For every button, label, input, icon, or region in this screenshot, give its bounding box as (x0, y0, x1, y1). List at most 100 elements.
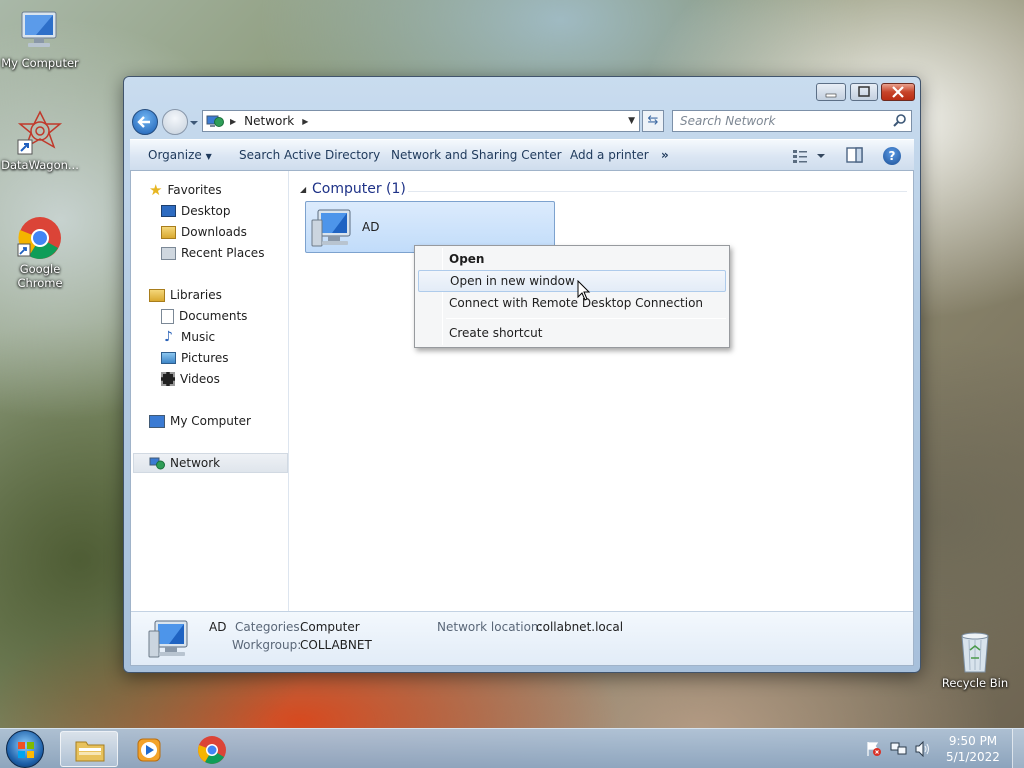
show-desktop-button[interactable] (1012, 729, 1024, 768)
command-bar: Organize ▼ Search Active Directory Netwo… (130, 139, 914, 171)
nav-item-pictures[interactable]: Pictures (161, 348, 229, 368)
nav-item-label: Network (170, 456, 221, 470)
details-pane: AD Categories: Computer Workgroup: COLLA… (131, 611, 913, 665)
libraries-icon (149, 288, 165, 302)
nav-item-label: Libraries (170, 288, 222, 302)
breadcrumb-network[interactable]: Network (244, 114, 294, 128)
media-player-icon (136, 737, 162, 763)
chevron-down-icon: ▼ (205, 152, 212, 161)
music-icon: ♪ (164, 329, 173, 345)
computer-icon (16, 8, 64, 54)
nav-item-label: Pictures (181, 351, 229, 365)
desktop-icon-datawagon[interactable]: DataWagon... (0, 110, 80, 172)
details-location-label: Network location: (437, 620, 543, 634)
back-button[interactable] (132, 109, 158, 135)
menu-item-remote-desktop[interactable]: Connect with Remote Desktop Connection (418, 292, 726, 314)
collapse-triangle-icon: ◢ (300, 185, 307, 194)
nav-item-downloads[interactable]: Downloads (161, 222, 247, 242)
nav-item-libraries[interactable]: Libraries (149, 285, 222, 305)
details-workgroup-value: COLLABNET (300, 638, 372, 652)
nav-item-label: Music (181, 330, 216, 344)
nav-item-label: Desktop (181, 204, 231, 218)
volume-icon[interactable] (914, 740, 932, 758)
details-categories-label: Categories: (235, 620, 304, 634)
taskbar-media-player-button[interactable] (120, 731, 178, 767)
folder-icon (75, 738, 105, 762)
nav-item-favorites[interactable]: ★ Favorites (149, 180, 222, 200)
close-button[interactable] (881, 83, 915, 101)
clock-time: 9:50 PM (948, 734, 998, 748)
nav-item-label: Favorites (167, 183, 222, 197)
file-list-pane: ◢ Computer (1) AD (290, 171, 913, 611)
forward-button[interactable] (162, 109, 188, 135)
preview-pane-icon[interactable] (846, 147, 864, 164)
nav-item-music[interactable]: ♪ Music (161, 327, 215, 347)
computer-icon (149, 414, 165, 428)
nav-item-recent-places[interactable]: Recent Places (161, 243, 264, 263)
refresh-button[interactable]: ⇆ (642, 110, 664, 132)
group-header-computer[interactable]: ◢ Computer (1) (300, 181, 907, 201)
star-icon: ★ (149, 181, 163, 199)
clock-date: 5/1/2022 (946, 750, 1000, 764)
details-location-value: collabnet.local (536, 620, 624, 634)
nav-item-videos[interactable]: Videos (161, 369, 220, 389)
desktop-icon-my-computer[interactable]: My Computer (0, 8, 80, 70)
computer-item-name: AD (362, 220, 380, 234)
menu-item-create-shortcut[interactable]: Create shortcut (418, 322, 726, 344)
desktop-folder-icon (161, 205, 176, 217)
computer-icon (310, 206, 356, 250)
organize-button[interactable]: Organize ▼ (148, 148, 212, 162)
action-center-flag-icon[interactable] (866, 741, 882, 757)
search-input[interactable]: Search Network (672, 110, 912, 132)
nav-item-my-computer[interactable]: My Computer (149, 411, 251, 431)
network-tray-icon[interactable] (890, 741, 908, 757)
add-printer-button[interactable]: Add a printer (570, 148, 649, 162)
nav-item-label: Downloads (181, 225, 247, 239)
view-options-icon[interactable] (792, 148, 826, 164)
nav-item-label: Videos (180, 372, 220, 386)
minimize-button[interactable] (816, 83, 846, 101)
computer-icon (147, 617, 193, 661)
details-categories-value: Computer (300, 620, 360, 634)
menu-item-open[interactable]: Open (418, 248, 726, 270)
nav-item-label: Recent Places (181, 246, 265, 260)
address-bar[interactable]: ▶ Network ▶ ▼ (202, 110, 640, 132)
mouse-cursor-icon (577, 279, 591, 302)
context-menu: Open Open in new window Connect with Rem… (414, 245, 730, 348)
taskbar-chrome-button[interactable] (183, 731, 241, 767)
start-button[interactable] (6, 730, 44, 768)
nav-item-desktop[interactable]: Desktop (161, 201, 231, 221)
nav-item-label: Documents (179, 309, 248, 323)
search-placeholder: Search Network (680, 114, 776, 128)
help-icon[interactable]: ? (883, 147, 901, 165)
desktop-icon-google-chrome[interactable]: Google Chrome (0, 214, 80, 290)
group-divider (408, 191, 907, 192)
details-workgroup-label: Workgroup: (232, 638, 302, 652)
taskbar: 9:50 PM 5/1/2022 (0, 728, 1024, 768)
nav-item-documents[interactable]: Documents (161, 306, 247, 326)
desktop-icon-recycle-bin[interactable]: Recycle Bin (935, 628, 1015, 690)
more-commands-button[interactable]: » (661, 148, 669, 162)
nav-item-label: My Computer (170, 414, 251, 428)
desktop-icon-label: Google Chrome (17, 262, 63, 290)
recycle-bin-icon (951, 628, 999, 674)
breadcrumb-separator-icon: ▶ (302, 116, 309, 126)
organize-label: Organize (148, 148, 202, 162)
search-active-directory-button[interactable]: Search Active Directory (239, 148, 380, 162)
explorer-window: ▶ Network ▶ ▼ ⇆ Search Network Organize … (123, 76, 921, 673)
downloads-folder-icon (161, 225, 176, 239)
network-sharing-center-button[interactable]: Network and Sharing Center (391, 148, 562, 162)
breadcrumb-separator-icon: ▶ (230, 116, 237, 126)
recent-pages-dropdown[interactable] (189, 117, 199, 127)
maximize-button[interactable] (850, 83, 878, 101)
menu-item-open-new-window[interactable]: Open in new window (418, 270, 726, 292)
network-icon (149, 456, 165, 470)
taskbar-explorer-button[interactable] (60, 731, 118, 767)
chrome-icon (197, 735, 227, 765)
address-dropdown-icon[interactable]: ▼ (628, 116, 635, 126)
nav-item-network[interactable]: Network (133, 453, 288, 473)
windows-logo-icon (17, 741, 35, 759)
desktop-icon-label: Recycle Bin (941, 676, 1009, 690)
network-icon (206, 113, 224, 129)
clock[interactable]: 9:50 PM 5/1/2022 (940, 733, 1006, 765)
